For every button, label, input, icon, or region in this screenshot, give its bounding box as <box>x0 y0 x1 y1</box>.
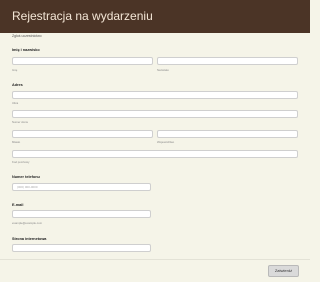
address-label: Adres <box>12 83 23 87</box>
street-line2-input[interactable] <box>12 110 298 118</box>
first-name-sublabel: Imię <box>12 68 18 72</box>
street-input[interactable] <box>12 91 298 99</box>
phone-label: Numer telefonu <box>12 175 40 179</box>
email-label: E-mail <box>12 203 24 207</box>
city-input[interactable] <box>12 130 153 138</box>
form-title: Rejestracja na wydarzeniu <box>12 9 153 23</box>
last-name-input[interactable] <box>157 57 298 65</box>
first-name-input[interactable] <box>12 57 153 65</box>
footer-divider <box>0 259 310 260</box>
website-input[interactable] <box>12 244 151 252</box>
street-line2-sublabel: Numer domu <box>12 120 29 124</box>
region-sublabel: Województwo <box>157 140 175 144</box>
last-name-sublabel: Nazwisko <box>157 68 169 72</box>
name-label: Imię i nazwisko <box>12 48 40 52</box>
postal-code-sublabel: Kod pocztowy <box>12 160 30 164</box>
form-header: Rejestracja na wydarzeniu <box>0 0 310 33</box>
street-sublabel: Ulica <box>12 101 19 105</box>
submit-button[interactable]: Zatwierdź <box>268 265 299 277</box>
email-sublabel: example@example.com <box>12 221 43 225</box>
form-description: Zgłoś uczestnictwo <box>12 34 42 38</box>
website-label: Strona internetowa <box>12 237 47 241</box>
city-sublabel: Miasto <box>12 140 21 144</box>
region-input[interactable] <box>157 130 298 138</box>
phone-input[interactable] <box>12 183 151 191</box>
postal-code-input[interactable] <box>12 150 298 158</box>
email-input[interactable] <box>12 210 151 218</box>
